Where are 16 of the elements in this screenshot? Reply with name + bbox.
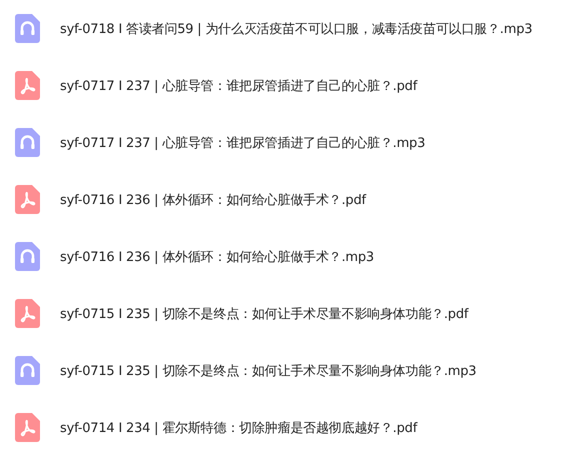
file-name[interactable]: syf-0714 I 234 | 霍尔斯特德：切除肿瘤是否越彻底越好？.pdf: [60, 418, 418, 436]
headphones-file-icon: [15, 242, 40, 271]
pdf-file-icon: [15, 185, 40, 214]
file-name[interactable]: syf-0715 I 235 | 切除不是终点：如何让手术尽量不影响身体功能？.mp3: [60, 362, 476, 380]
file-name[interactable]: syf-0717 I 237 | 心脏导管：谁把尿管插进了自己的心脏？.pdf: [60, 76, 418, 94]
headphones-file-icon: [15, 128, 40, 157]
file-name[interactable]: syf-0716 I 236 | 体外循环：如何给心脏做手术？.mp3: [60, 248, 374, 266]
headphones-file-icon: [15, 14, 40, 43]
file-name[interactable]: syf-0717 I 237 | 心脏导管：谁把尿管插进了自己的心脏？.mp3: [60, 134, 426, 152]
file-name[interactable]: syf-0715 I 235 | 切除不是终点：如何让手术尽量不影响身体功能？.pdf: [60, 304, 468, 322]
pdf-file-icon: [15, 71, 40, 100]
pdf-file-icon: [15, 299, 40, 328]
headphones-file-icon: [15, 356, 40, 385]
file-name[interactable]: syf-0716 I 236 | 体外循环：如何给心脏做手术？.pdf: [60, 190, 366, 208]
pdf-file-icon: [15, 413, 40, 442]
file-name[interactable]: syf-0718 I 答读者问59 | 为什么灭活疫苗不可以口服，减毒活疫苗可以口服？.mp3: [60, 20, 532, 38]
